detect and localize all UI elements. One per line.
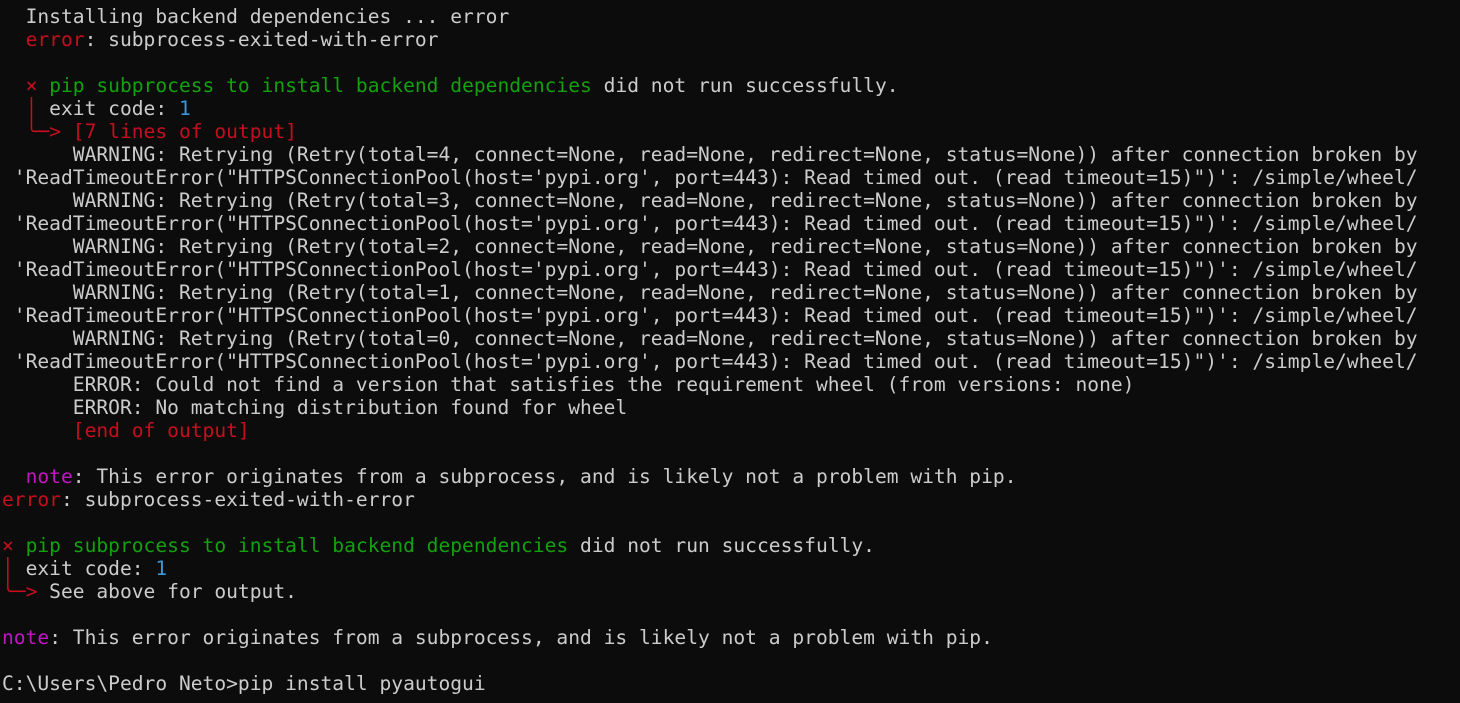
terminal-line: 'ReadTimeoutError("HTTPSConnectionPool(h… [2,304,1460,327]
terminal-text-segment: WARNING: Retrying (Retry(total=1, connec… [2,281,1418,304]
terminal-output[interactable]: Installing backend dependencies ... erro… [0,0,1460,703]
terminal-text-segment: pip subprocess to install backend depend… [25,534,569,557]
terminal-line: 'ReadTimeoutError("HTTPSConnectionPool(h… [2,212,1460,235]
terminal-text-segment: × [2,534,14,557]
terminal-line: note: This error originates from a subpr… [2,626,1460,649]
terminal-text-segment: error [25,28,85,51]
terminal-text-segment: note [2,626,50,649]
terminal-text-segment: ╰─> [2,580,38,603]
terminal-line: error: subprocess-exited-with-error [2,488,1460,511]
terminal-text-segment: 'ReadTimeoutError("HTTPSConnectionPool(h… [2,166,1418,189]
terminal-text-segment: WARNING: Retrying (Retry(total=3, connec… [2,189,1418,212]
terminal-line: WARNING: Retrying (Retry(total=2, connec… [2,235,1460,258]
terminal-text-segment: exit code: [37,97,179,120]
terminal-text-segment: 1 [155,557,168,580]
terminal-text-segment: C:\Users\Pedro Neto>pip install pyautogu… [2,672,486,695]
terminal-line: WARNING: Retrying (Retry(total=0, connec… [2,327,1460,350]
terminal-text-segment: │ [2,557,14,580]
terminal-line: × pip subprocess to install backend depe… [2,534,1460,557]
terminal-text-segment: : subprocess-exited-with-error [60,488,415,511]
terminal-text-segment: did not run successfully. [591,74,899,97]
terminal-text-segment: WARNING: Retrying (Retry(total=4, connec… [2,143,1418,166]
terminal-text-segment: WARNING: Retrying (Retry(total=2, connec… [2,235,1418,258]
terminal-text-segment: did not run successfully. [568,534,875,557]
terminal-text-segment: pip subprocess to install backend depend… [49,74,592,97]
terminal-line: 'ReadTimeoutError("HTTPSConnectionPool(h… [2,166,1460,189]
terminal-line: ERROR: Could not find a version that sat… [2,373,1460,396]
terminal-line: │ exit code: 1 [2,97,1460,120]
terminal-text-segment: │ [25,97,38,120]
terminal-text-segment: [end of output] [72,419,250,442]
terminal-line: WARNING: Retrying (Retry(total=1, connec… [2,281,1460,304]
terminal-text-segment: 'ReadTimeoutError("HTTPSConnectionPool(h… [2,212,1418,235]
terminal-text-segment: ERROR: Could not find a version that sat… [2,373,1135,396]
terminal-text-segment: See above for output. [37,580,297,603]
terminal-line: WARNING: Retrying (Retry(total=3, connec… [2,189,1460,212]
terminal-line: │ exit code: 1 [2,557,1460,580]
terminal-line: 'ReadTimeoutError("HTTPSConnectionPool(h… [2,350,1460,373]
terminal-text-segment: 'ReadTimeoutError("HTTPSConnectionPool(h… [2,350,1418,373]
terminal-text-segment: × [25,74,38,97]
terminal-text-segment: 'ReadTimeoutError("HTTPSConnectionPool(h… [2,304,1418,327]
terminal-text-segment: ERROR: No matching distribution found fo… [2,396,628,419]
terminal-line: ╰─> [7 lines of output] [2,120,1460,143]
terminal-text-segment: : This error originates from a subproces… [72,465,1017,488]
terminal-line: × pip subprocess to install backend depe… [2,74,1460,97]
terminal-text-segment: WARNING: Retrying (Retry(total=0, connec… [2,327,1418,350]
terminal-line: WARNING: Retrying (Retry(total=4, connec… [2,143,1460,166]
terminal-text-segment: : subprocess-exited-with-error [84,28,439,51]
terminal-text-segment: ╰─> [7 lines of output] [25,120,297,143]
terminal-line: [end of output] [2,419,1460,442]
terminal-line: ERROR: No matching distribution found fo… [2,396,1460,419]
terminal-line: error: subprocess-exited-with-error [2,28,1460,51]
terminal-text-segment: exit code: [13,557,156,580]
terminal-line: note: This error originates from a subpr… [2,465,1460,488]
terminal-text-segment: 1 [178,97,191,120]
terminal-text-segment: note [25,465,73,488]
terminal-text-segment: : This error originates from a subproces… [49,626,993,649]
terminal-text-segment: Installing backend dependencies ... erro… [2,5,510,28]
terminal-line: 'ReadTimeoutError("HTTPSConnectionPool(h… [2,258,1460,281]
terminal-text-segment: error [2,488,61,511]
terminal-text-segment: 'ReadTimeoutError("HTTPSConnectionPool(h… [2,258,1418,281]
terminal-line: ╰─> See above for output. [2,580,1460,603]
terminal-line: C:\Users\Pedro Neto>pip install pyautogu… [2,672,1460,695]
terminal-line: Installing backend dependencies ... erro… [2,5,1460,28]
